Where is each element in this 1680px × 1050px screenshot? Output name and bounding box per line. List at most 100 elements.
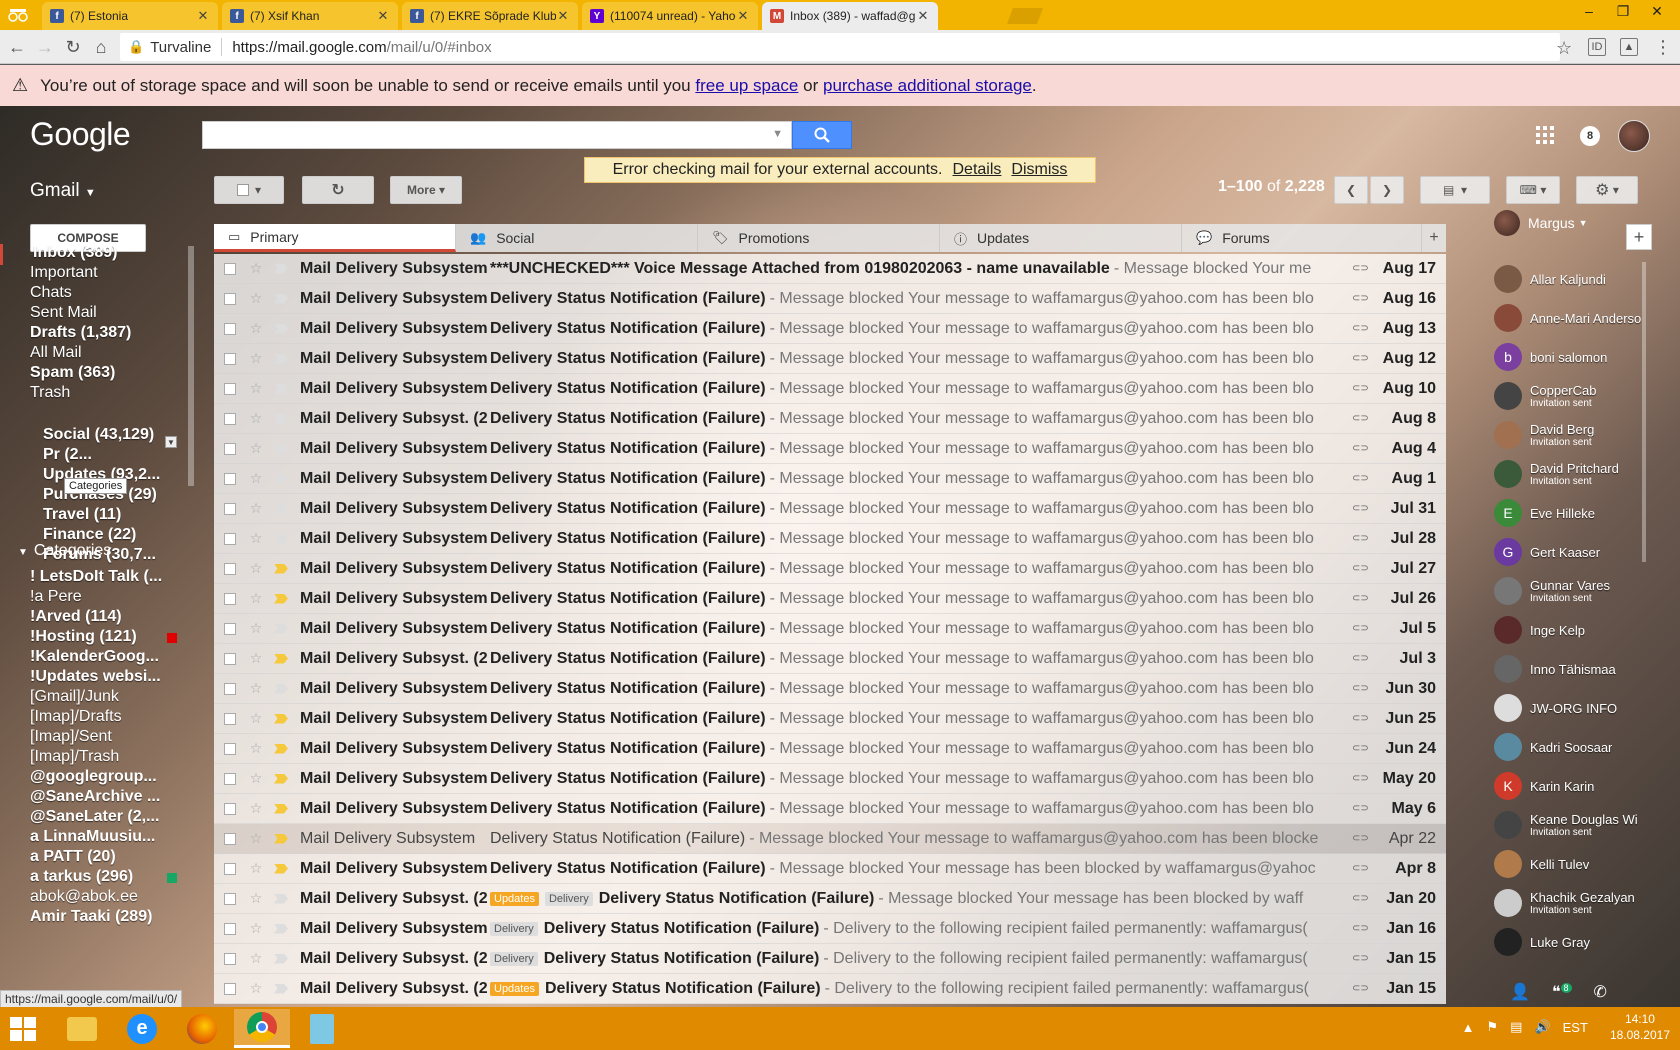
row-checkbox[interactable] xyxy=(224,772,236,785)
nav-item-1[interactable]: Important xyxy=(30,264,165,285)
label-item-9[interactable]: [Imap]/Trash xyxy=(30,748,165,769)
table-row[interactable]: ☆ Mail Delivery Subsystem Delivery Status … xyxy=(214,524,1446,554)
add-tab-icon[interactable]: + xyxy=(1422,224,1446,252)
table-row[interactable]: ☆ Mail Delivery Subsyst. (2 Delivery Statu… xyxy=(214,644,1446,674)
table-row[interactable]: ☆ Mail Delivery Subsystem Delivery Status … xyxy=(214,764,1446,794)
pdf-extension-icon[interactable]: ▲ xyxy=(1620,38,1638,56)
flag-icon[interactable]: ⚑ xyxy=(1487,1019,1499,1035)
windows-start-icon[interactable] xyxy=(10,1017,36,1041)
nav-item-2[interactable]: Chats xyxy=(30,284,165,305)
label-item-17[interactable]: Amir Taaki (289) xyxy=(30,908,165,929)
new-chat-button[interactable]: + xyxy=(1626,224,1652,250)
notification-count[interactable]: 8 xyxy=(1580,126,1600,146)
settings-button[interactable]: ⚙ ▾ xyxy=(1576,176,1638,204)
importance-marker-icon[interactable] xyxy=(274,653,288,664)
importance-marker-icon[interactable] xyxy=(274,713,288,724)
importance-marker-icon[interactable] xyxy=(274,323,288,334)
row-checkbox[interactable] xyxy=(224,742,236,755)
bookmark-star-icon[interactable]: ☆ xyxy=(1556,38,1572,59)
table-row[interactable]: ☆ Mail Delivery Subsystem Delivery Status … xyxy=(214,344,1446,374)
star-icon[interactable]: ☆ xyxy=(246,500,266,517)
browser-tab[interactable]: f (7) EKRE Sõprade Klubi ✕ xyxy=(402,2,578,30)
chat-contact[interactable]: Luke Gray xyxy=(1494,926,1644,958)
category-item-1[interactable]: Pr (2... xyxy=(43,446,165,467)
label-item-5[interactable]: !Updates websi... xyxy=(30,668,165,689)
label-item-6[interactable]: [Gmail]/Junk xyxy=(30,688,165,709)
importance-marker-icon[interactable] xyxy=(274,743,288,754)
chat-contact[interactable]: Kelli Tulev xyxy=(1494,848,1644,880)
free-up-space-link[interactable]: free up space xyxy=(695,76,798,96)
label-item-13[interactable]: a LinnaMuusiu... xyxy=(30,828,165,849)
importance-marker-icon[interactable] xyxy=(274,683,288,694)
star-icon[interactable]: ☆ xyxy=(246,860,266,877)
chat-scrollbar[interactable] xyxy=(1642,262,1646,562)
newer-button[interactable]: ❮ xyxy=(1334,176,1368,204)
google-logo[interactable]: Google xyxy=(30,116,131,153)
table-row[interactable]: ☆ Mail Delivery Subsystem Delivery Status … xyxy=(214,554,1446,584)
importance-marker-icon[interactable] xyxy=(274,983,288,994)
email-label-chip[interactable]: Delivery xyxy=(490,921,538,936)
table-row[interactable]: ☆ Mail Delivery Subsystem ***UNCHECKED*** … xyxy=(214,254,1446,284)
importance-marker-icon[interactable] xyxy=(274,473,288,484)
chat-contact[interactable]: JW-ORG INFO xyxy=(1494,692,1644,724)
label-item-10[interactable]: @googlegroup... xyxy=(30,768,165,789)
label-item-2[interactable]: !Arved (114) xyxy=(30,608,165,629)
tab-updates[interactable]: ⓘ Updates xyxy=(940,224,1182,252)
row-checkbox[interactable] xyxy=(224,952,236,965)
chat-contact[interactable]: Inno Tähismaa xyxy=(1494,653,1644,685)
volume-icon[interactable]: 🔊 xyxy=(1534,1019,1550,1035)
firefox-icon[interactable] xyxy=(174,1009,230,1048)
left-panel-scrollbar[interactable] xyxy=(188,246,194,486)
row-checkbox[interactable] xyxy=(224,982,236,995)
purchase-storage-link[interactable]: purchase additional storage xyxy=(823,76,1032,96)
label-item-0[interactable]: ! LetsDoIt Talk (... xyxy=(30,568,165,589)
file-explorer-icon[interactable] xyxy=(54,1009,110,1048)
chat-contact[interactable]: Gunnar Vares Invitation sent xyxy=(1494,575,1644,607)
gmail-app-switcher[interactable]: Gmail ▼ xyxy=(30,180,96,202)
star-icon[interactable]: ☆ xyxy=(246,380,266,397)
language-indicator[interactable]: EST xyxy=(1563,1020,1588,1035)
importance-marker-icon[interactable] xyxy=(274,563,288,574)
forward-icon[interactable]: → xyxy=(34,36,56,58)
table-row[interactable]: ☆ Mail Delivery Subsystem Delivery Status … xyxy=(214,584,1446,614)
importance-marker-icon[interactable] xyxy=(274,293,288,304)
star-icon[interactable]: ☆ xyxy=(246,530,266,547)
table-row[interactable]: ☆ Mail Delivery Subsystem Delivery Status … xyxy=(214,284,1446,314)
email-label-chip[interactable]: Delivery xyxy=(490,951,538,966)
clock[interactable]: 14:10 18.08.2017 xyxy=(1610,1011,1670,1043)
row-checkbox[interactable] xyxy=(224,352,236,365)
star-icon[interactable]: ☆ xyxy=(246,920,266,937)
address-bar[interactable]: 🔒 Turvaline https://mail.google.com/mail… xyxy=(120,33,1560,61)
importance-marker-icon[interactable] xyxy=(274,833,288,844)
row-checkbox[interactable] xyxy=(224,442,236,455)
new-tab-button[interactable] xyxy=(1007,8,1043,24)
chat-contact[interactable]: E Eve Hilleke xyxy=(1494,497,1644,529)
chat-contact[interactable]: Anne-Mari Anderso xyxy=(1494,302,1644,334)
search-input[interactable]: ▼ xyxy=(202,121,792,149)
chat-contact[interactable]: Allar Kaljundi xyxy=(1494,263,1644,295)
label-item-16[interactable]: abok@abok.ee xyxy=(30,888,165,909)
error-details-link[interactable]: Details xyxy=(953,161,1002,179)
tab-promotions[interactable]: 🏷 Promotions xyxy=(698,224,940,252)
error-dismiss-link[interactable]: Dismiss xyxy=(1011,161,1067,179)
close-tab-icon[interactable]: ✕ xyxy=(736,8,750,24)
table-row[interactable]: ☆ Mail Delivery Subsystem Delivery Status … xyxy=(214,494,1446,524)
nav-item-6[interactable]: Spam (363) xyxy=(30,364,165,385)
row-checkbox[interactable] xyxy=(224,862,236,875)
back-icon[interactable]: ← xyxy=(6,36,28,58)
star-icon[interactable]: ☆ xyxy=(246,740,266,757)
older-button[interactable]: ❯ xyxy=(1370,176,1404,204)
table-row[interactable]: ☆ Mail Delivery Subsystem Delivery Status … xyxy=(214,704,1446,734)
browser-menu-icon[interactable]: ⋮ xyxy=(1652,36,1674,58)
row-checkbox[interactable] xyxy=(224,832,236,845)
category-item-0[interactable]: Social (43,129) xyxy=(43,426,165,447)
row-checkbox[interactable] xyxy=(224,712,236,725)
chat-contact[interactable]: Inge Kelp xyxy=(1494,614,1644,646)
row-checkbox[interactable] xyxy=(224,892,236,905)
star-icon[interactable]: ☆ xyxy=(246,410,266,427)
table-row[interactable]: ☆ Mail Delivery Subsyst. (2 Delivery Delive… xyxy=(214,944,1446,974)
table-row[interactable]: ☆ Mail Delivery Subsystem Delivery Status … xyxy=(214,794,1446,824)
table-row[interactable]: ☆ Mail Delivery Subsystem Delivery Status … xyxy=(214,314,1446,344)
importance-marker-icon[interactable] xyxy=(274,353,288,364)
row-checkbox[interactable] xyxy=(224,472,236,485)
